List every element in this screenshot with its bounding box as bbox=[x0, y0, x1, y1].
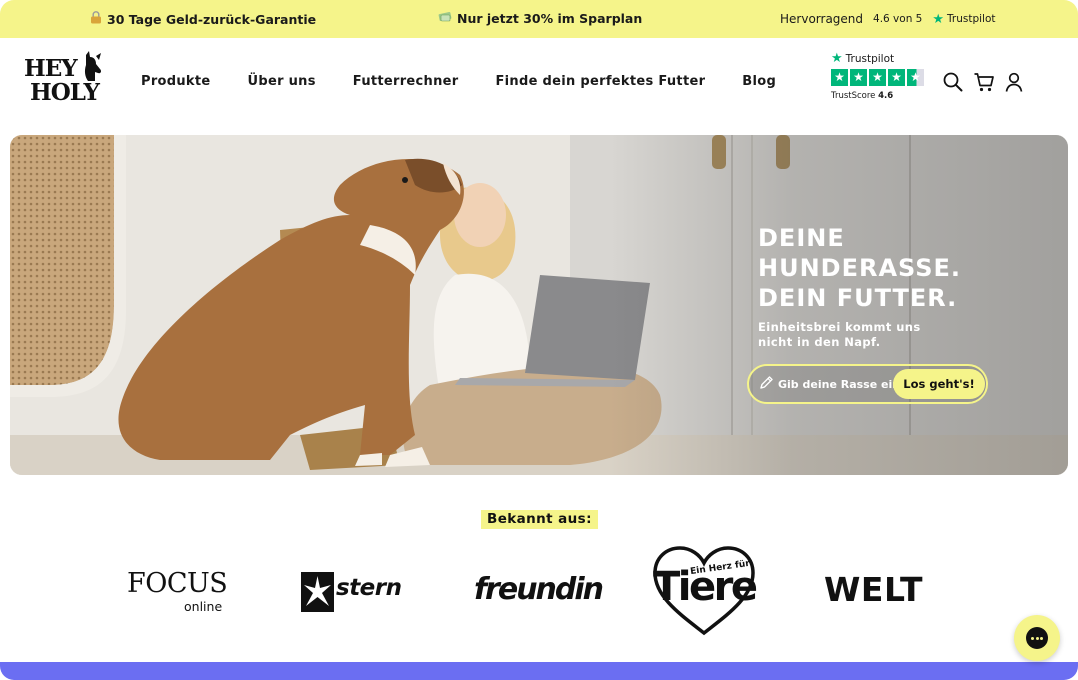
nav-futterrechner[interactable]: Futterrechner bbox=[353, 74, 459, 89]
star-icon: ★ bbox=[850, 69, 867, 86]
stern-star-icon bbox=[301, 572, 334, 612]
trustpilot-star-icon: ★ bbox=[831, 51, 843, 66]
hero-headline-line-2: HUNDERASSE. bbox=[758, 254, 962, 282]
focus-logo-text: FOCUS bbox=[127, 568, 228, 599]
offer-message: Nur jetzt 30% im Sparplan bbox=[438, 11, 642, 26]
press-label: Bekannt aus: bbox=[481, 510, 598, 529]
hero-headline-line-1: DEINE bbox=[758, 224, 845, 252]
logo-line-1: HEY bbox=[24, 55, 78, 82]
trustscore-value: 4.6 bbox=[878, 91, 894, 101]
ein-herz-fuer-tiere-logo: Ein Herz für Tiere bbox=[651, 545, 758, 637]
nav-ueber-uns[interactable]: Über uns bbox=[248, 74, 316, 89]
guarantee-text: 30 Tage Geld-zurück-Garantie bbox=[107, 11, 317, 27]
star-icon: ★ bbox=[869, 69, 886, 86]
lock-icon bbox=[90, 11, 102, 27]
nav-blog[interactable]: Blog bbox=[742, 74, 776, 89]
breed-input[interactable] bbox=[778, 375, 900, 393]
nav-produkte[interactable]: Produkte bbox=[141, 74, 211, 89]
hey-holy-logo[interactable]: HEY HOLY bbox=[24, 51, 104, 105]
trustpilot-label: Trustpilot bbox=[947, 13, 996, 25]
dog-silhouette-icon bbox=[84, 51, 102, 81]
hero-banner: DEINE HUNDERASSE. DEIN FUTTER. Einheitsb… bbox=[10, 135, 1068, 475]
user-icon[interactable] bbox=[1003, 71, 1025, 93]
trustpilot-brand: ★ Trustpilot bbox=[932, 13, 995, 26]
logo-line-2: HOLY bbox=[30, 79, 100, 106]
hero-headline-line-3: DEIN FUTTER. bbox=[758, 284, 958, 312]
page: 30 Tage Geld-zurück-Garantie Nur jetzt 3… bbox=[0, 0, 1078, 680]
focus-online-logo: FOCUS online bbox=[127, 570, 237, 616]
freundin-logo: freundin bbox=[474, 572, 604, 607]
focus-logo-subtext: online bbox=[184, 599, 223, 614]
main-navigation: Produkte Über uns Futterrechner Finde de… bbox=[141, 74, 776, 89]
rating-score: 4.6 von 5 bbox=[873, 13, 923, 25]
chat-bubble-icon bbox=[1026, 627, 1048, 649]
site-header: HEY HOLY Produkte Über uns Futterrechner… bbox=[0, 38, 1078, 135]
chat-button[interactable] bbox=[1014, 615, 1060, 661]
nav-perfektes-futter[interactable]: Finde dein perfektes Futter bbox=[496, 74, 706, 89]
breed-search-form: Los geht's! bbox=[747, 364, 988, 404]
hero-subtitle: Einheitsbrei kommt uns nicht in den Napf… bbox=[758, 320, 921, 349]
stern-logo-text: stern bbox=[336, 575, 402, 601]
cart-icon[interactable] bbox=[973, 71, 995, 93]
welt-logo: WELT bbox=[824, 570, 924, 609]
trustpilot-star-icon: ★ bbox=[932, 11, 945, 27]
rating-word: Hervorragend bbox=[780, 12, 864, 26]
pencil-icon bbox=[758, 375, 774, 391]
footer-color-bar bbox=[0, 662, 1078, 680]
trustpilot-stars: ★ ★ ★ ★ ★ bbox=[831, 69, 935, 86]
trustpilot-widget-brand: ★ Trustpilot bbox=[831, 52, 935, 65]
trustpilot-rating-bar[interactable]: Hervorragend 4.6 von 5 ★ Trustpilot bbox=[780, 12, 996, 26]
money-icon bbox=[438, 11, 452, 26]
trustpilot-widget-label: Trustpilot bbox=[845, 52, 895, 65]
tiere-logo-big-text: Tiere bbox=[653, 564, 758, 610]
trustpilot-widget[interactable]: ★ Trustpilot ★ ★ ★ ★ ★ TrustScore 4.6 bbox=[831, 52, 935, 101]
search-icon[interactable] bbox=[942, 71, 964, 93]
star-icon: ★ bbox=[888, 69, 905, 86]
los-gehts-button[interactable]: Los geht's! bbox=[893, 369, 985, 399]
guarantee-message: 30 Tage Geld-zurück-Garantie bbox=[90, 11, 316, 27]
star-icon: ★ bbox=[831, 69, 848, 86]
stern-logo: stern bbox=[301, 572, 411, 614]
announcement-bar: 30 Tage Geld-zurück-Garantie Nur jetzt 3… bbox=[0, 0, 1078, 38]
hero-headline: DEINE HUNDERASSE. DEIN FUTTER. bbox=[758, 223, 1058, 313]
trustscore-label: TrustScore bbox=[831, 91, 876, 101]
offer-text: Nur jetzt 30% im Sparplan bbox=[457, 11, 643, 26]
half-star-icon: ★ bbox=[907, 69, 924, 86]
trustscore: TrustScore 4.6 bbox=[831, 91, 935, 101]
